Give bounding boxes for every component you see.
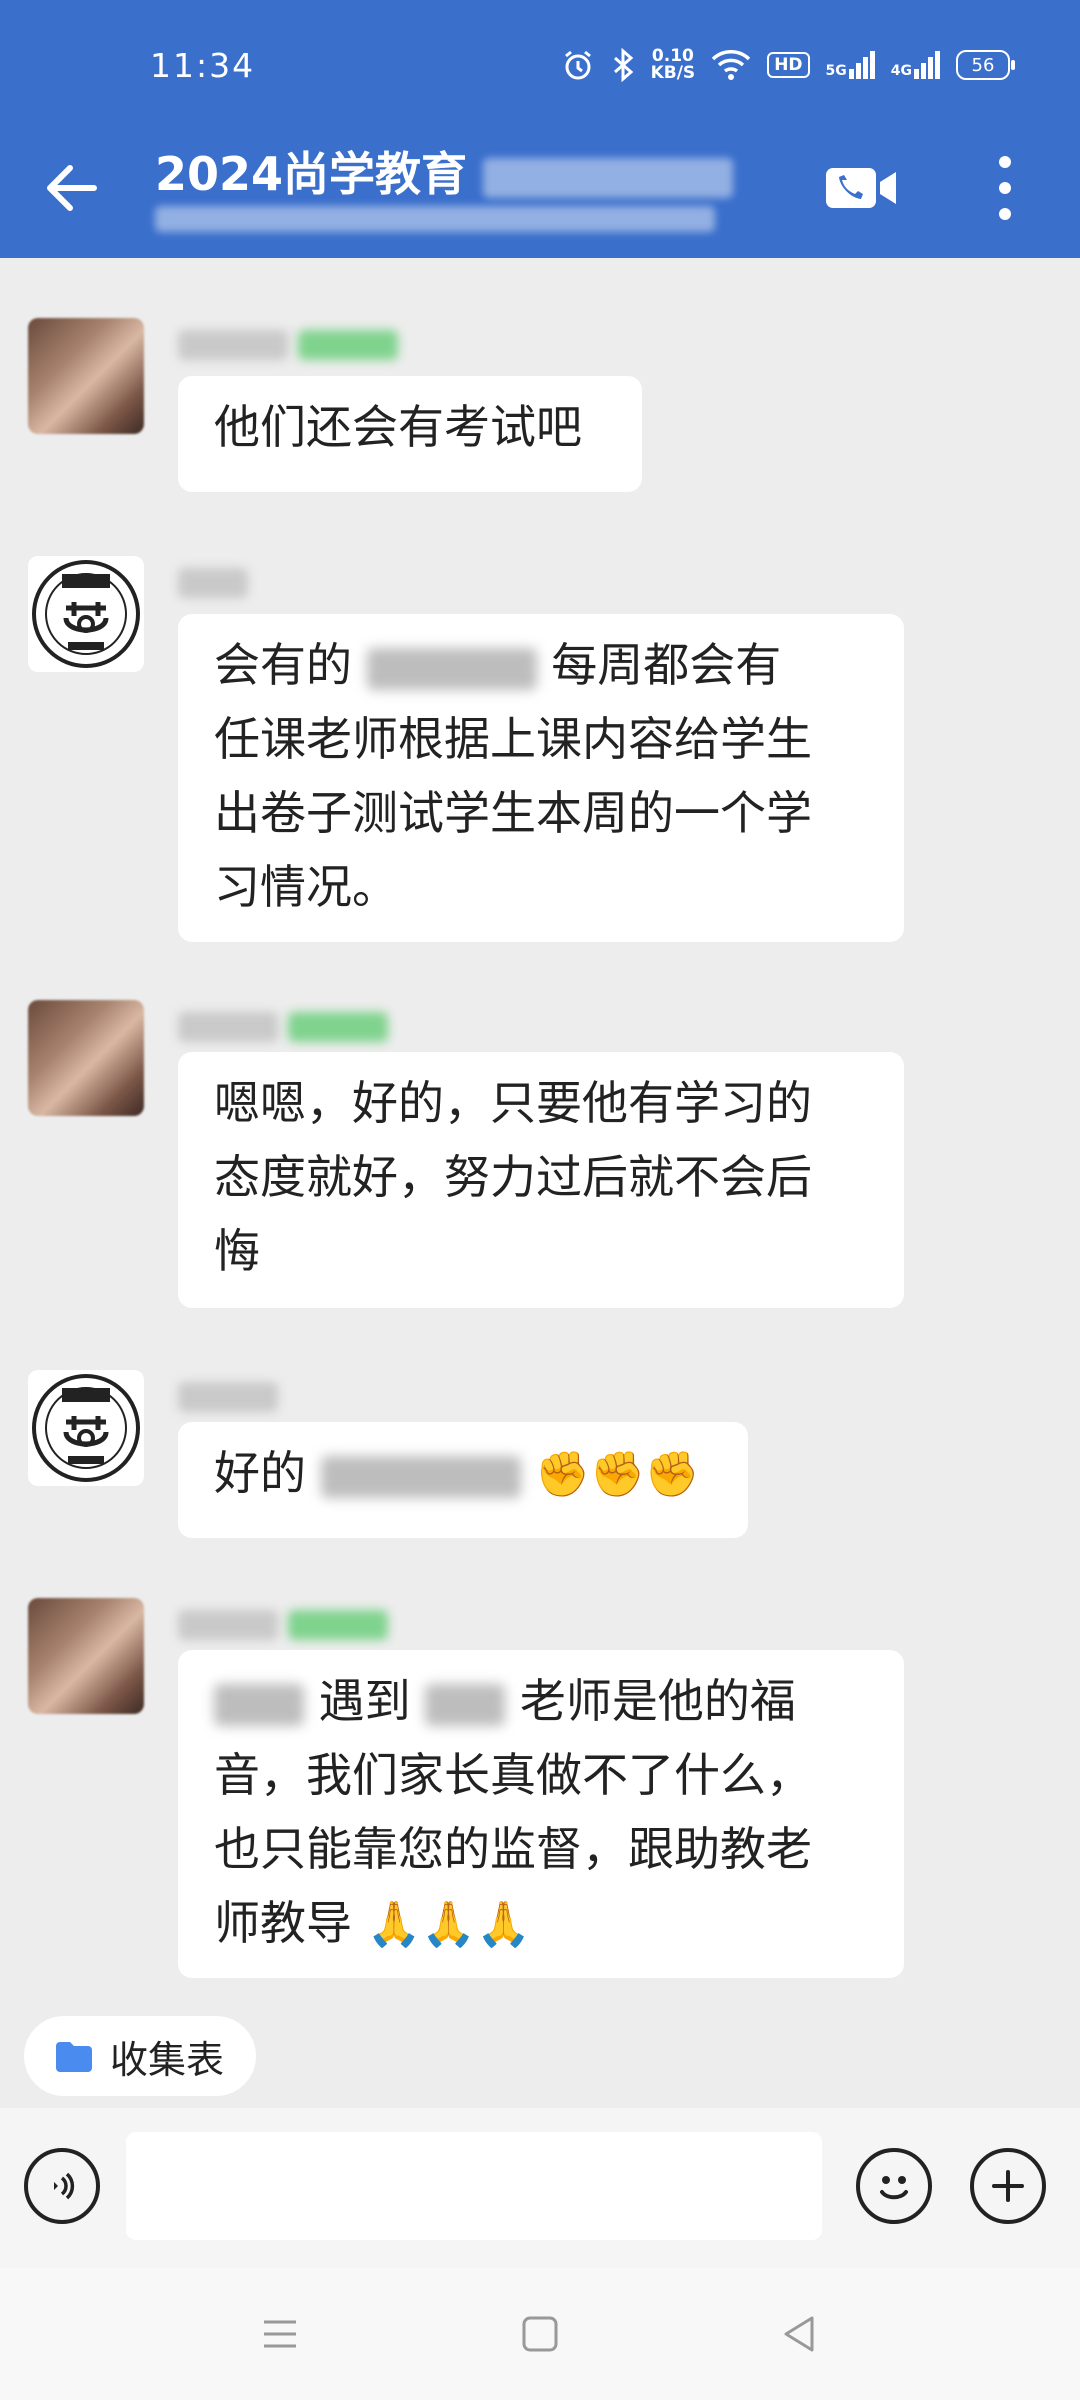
redacted-text <box>366 647 537 690</box>
redacted-tag <box>298 330 398 360</box>
redacted-subtitle <box>155 206 715 232</box>
message-text: 好的 <box>214 1446 306 1500</box>
avatar[interactable] <box>28 1598 144 1714</box>
hd-icon: HD <box>767 52 810 78</box>
emoji-button[interactable] <box>856 2148 932 2224</box>
folder-icon <box>56 2042 92 2072</box>
sender-name <box>178 330 398 368</box>
net-speed: 0.10 KB/S <box>651 48 696 82</box>
avatar[interactable] <box>28 1370 144 1486</box>
redacted-text <box>320 1455 521 1498</box>
smiley-icon <box>880 2176 908 2200</box>
plus-icon <box>992 2170 1024 2202</box>
alarm-icon <box>561 48 595 82</box>
status-icons: 0.10 KB/S HD 5G 4G 56 <box>561 48 1015 82</box>
message-text: 会有的 <box>214 638 352 692</box>
voice-button[interactable] <box>24 2148 100 2224</box>
sender-name <box>178 1610 388 1648</box>
signal-5g-label: 5G <box>825 63 847 79</box>
message-text: 音，我们家长真做不了什么， <box>214 1748 812 1802</box>
message-text: 态度就好，努力过后就不会后 <box>214 1150 812 1204</box>
status-time: 11:34 <box>150 46 256 85</box>
fist-emoji: ✊✊✊ <box>535 1449 700 1500</box>
redacted-text <box>425 1683 506 1726</box>
avatar[interactable] <box>28 1000 144 1116</box>
arrow-left-icon <box>47 165 97 211</box>
home-icon[interactable] <box>520 2314 560 2354</box>
message-bubble[interactable]: 遇到 老师是他的福 音，我们家长真做不了什么， 也只能靠您的监督，跟助教老 师教… <box>178 1650 904 1978</box>
redacted-tag <box>288 1012 388 1042</box>
message-bubble[interactable]: 嗯嗯，好的，只要他有学习的 态度就好，努力过后就不会后 悔 <box>178 1052 904 1308</box>
message-text: 嗯嗯，好的，只要他有学习的 <box>214 1076 812 1130</box>
sender-name <box>178 1012 388 1050</box>
system-nav-bar <box>0 2268 1080 2400</box>
battery-icon: 56 <box>956 50 1015 80</box>
wifi-icon <box>711 49 751 81</box>
avatar[interactable] <box>28 318 144 434</box>
chat-subtitle <box>155 206 715 236</box>
message-text: 出卷子测试学生本周的一个学 <box>214 786 812 840</box>
redacted-text <box>214 1683 304 1726</box>
chat-area[interactable]: 他们还会有考试吧 会有的 每周都会有 任课老师根据上课内容给学生 出卷子测试学生… <box>0 258 1080 1983</box>
more-options-button[interactable] <box>990 150 1020 226</box>
back-nav-icon[interactable] <box>780 2314 820 2354</box>
net-speed-unit: KB/S <box>650 63 696 83</box>
voice-icon <box>54 2172 75 2200</box>
sender-name <box>178 568 248 606</box>
video-call-button[interactable] <box>822 160 902 216</box>
school-logo-icon <box>32 560 140 668</box>
redacted-name <box>178 568 248 598</box>
signal-4g-icon: 4G <box>891 51 940 79</box>
top-bar: 11:34 0.10 KB/S HD 5G 4G 56 2024尚学教育 <box>0 0 1080 258</box>
message-text: 任课老师根据上课内容给学生 <box>214 712 812 766</box>
message-bubble[interactable]: 好的 ✊✊✊ <box>178 1422 748 1538</box>
message-text: 他们还会有考试吧 <box>214 400 582 454</box>
redacted-tag <box>288 1610 388 1640</box>
message-text: 师教导 <box>214 1896 352 1950</box>
collection-form-chip[interactable]: 收集表 <box>24 2016 256 2096</box>
redacted-name <box>178 1610 278 1640</box>
video-call-icon <box>826 168 896 208</box>
message-text: 也只能靠您的监督，跟助教老 <box>214 1822 812 1876</box>
message-text: 悔 <box>214 1224 260 1278</box>
collection-form-label: 收集表 <box>110 2037 225 2082</box>
status-bar: 11:34 0.10 KB/S HD 5G 4G 56 <box>0 0 1080 130</box>
pray-emoji: 🙏🙏🙏 <box>366 1899 531 1950</box>
chat-title: 2024尚学教育 <box>155 138 734 204</box>
input-bar <box>0 2108 1080 2268</box>
message-text: 老师是他的福 <box>519 1674 796 1728</box>
redacted-name <box>178 330 288 360</box>
avatar[interactable] <box>28 556 144 672</box>
redacted-name <box>178 1382 278 1412</box>
school-logo-icon <box>32 1374 140 1482</box>
message-text: 遇到 <box>318 1674 411 1728</box>
signal-4g-label: 4G <box>890 63 912 79</box>
message-text: 习情况。 <box>214 860 398 914</box>
back-button[interactable] <box>36 152 108 224</box>
message-input[interactable] <box>126 2132 822 2240</box>
more-vertical-icon <box>999 156 1011 220</box>
redacted-name <box>178 1012 278 1042</box>
message-text: 每周都会有 <box>551 638 782 692</box>
menu-icon[interactable] <box>260 2314 300 2354</box>
bluetooth-icon <box>611 48 635 82</box>
message-bubble[interactable]: 他们还会有考试吧 <box>178 376 642 492</box>
signal-5g-icon: 5G <box>826 51 875 79</box>
redacted-title <box>483 157 734 198</box>
sender-name <box>178 1382 278 1420</box>
message-bubble[interactable]: 会有的 每周都会有 任课老师根据上课内容给学生 出卷子测试学生本周的一个学 习情… <box>178 614 904 942</box>
chat-title-text: 2024尚学教育 <box>155 147 468 201</box>
plus-button[interactable] <box>970 2148 1046 2224</box>
